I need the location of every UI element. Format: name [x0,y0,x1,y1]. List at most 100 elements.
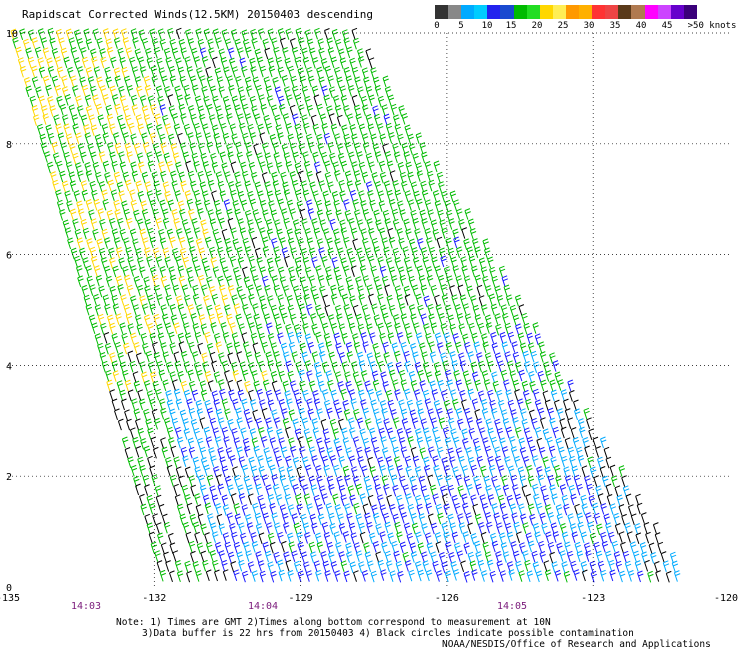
wind-barb [380,371,387,384]
wind-barb [85,105,93,117]
wind-barb [223,66,230,79]
wind-barb [466,285,473,298]
wind-barb [186,502,193,515]
wind-barb [333,133,341,145]
wind-barb [340,95,348,107]
wind-barb [606,494,613,506]
wind-barb [462,531,469,543]
wind-barb [211,360,217,373]
wind-barb [453,436,460,449]
wind-barb [171,47,179,60]
wind-barb [224,408,231,420]
wind-barb [226,342,233,355]
wind-barb [294,123,301,136]
wind-barb [504,322,512,335]
wind-barb [505,389,512,401]
wind-barb [213,399,220,411]
wind-barb [191,351,199,363]
wind-barb [592,436,599,449]
wind-barb [455,407,463,420]
wind-barb [335,342,342,355]
wind-barb [665,570,672,583]
wind-barb [139,66,147,78]
wind-barb [265,522,273,534]
wind-barb [335,274,342,287]
wind-barb [252,275,259,287]
wind-barb [133,142,141,155]
wind-barb [432,426,439,439]
wind-barb [463,571,470,583]
wind-barb [447,314,454,327]
wind-barb [456,313,464,325]
wind-barb [117,352,124,364]
wind-barb [142,474,149,487]
wind-barb [304,95,311,108]
wind-barb [75,95,82,107]
wind-barb [63,123,70,136]
wind-barb [92,293,100,306]
wind-barb [455,474,463,486]
wind-barb [394,257,401,269]
wind-barb [130,464,138,477]
wind-barb [318,247,325,259]
wind-barb [265,85,272,98]
wind-barb [143,445,151,458]
wind-barb [255,523,263,535]
wind-barb [306,370,313,382]
wind-barb [90,151,97,164]
wind-barb [511,341,518,353]
wind-barb [352,304,359,317]
wind-barb [491,371,498,383]
wind-barb [77,170,84,182]
wind-barb [188,446,196,459]
wind-barb [274,114,281,127]
wind-barb [165,390,172,402]
wind-barb [426,542,434,555]
wind-barb [365,484,373,497]
wind-barb [303,493,311,505]
wind-barb [321,521,329,534]
wind-barb [491,342,498,355]
wind-barb [266,95,274,107]
wind-barb [136,284,144,297]
wind-barb [199,446,207,459]
wind-barb [471,265,478,278]
wind-barb [96,37,103,50]
wind-barb [316,209,324,222]
wind-barb [639,542,647,554]
wind-barb [411,484,418,497]
wind-barb [190,484,196,497]
wind-barb [304,532,311,544]
wind-barb [237,256,245,269]
wind-barb [456,246,463,259]
wind-barb [588,428,594,440]
wind-barb [72,123,79,136]
wind-barb [209,218,217,231]
wind-barb [102,28,110,40]
wind-barb [273,46,280,59]
wind-barb [282,113,290,125]
wind-barb [206,304,213,317]
wind-barb [157,28,165,40]
wind-barb [407,436,414,448]
wind-barb [180,380,188,393]
wind-barb [370,133,377,146]
wind-barb [146,57,153,69]
wind-barb [430,551,437,563]
wind-barb [381,104,388,116]
wind-barb [364,314,371,326]
wind-barb [467,522,473,535]
wind-barb [116,246,123,259]
wind-barb [234,171,241,184]
wind-barb [285,122,292,135]
wind-barb [512,351,520,364]
wind-barb [292,151,299,164]
wind-barb [453,370,460,382]
wind-barb [116,114,124,127]
wind-barb [354,179,362,192]
wind-barb [328,551,335,564]
wind-barb [352,436,360,448]
wind-barb [352,238,358,251]
wind-barb [425,436,432,448]
wind-barb [283,189,291,201]
